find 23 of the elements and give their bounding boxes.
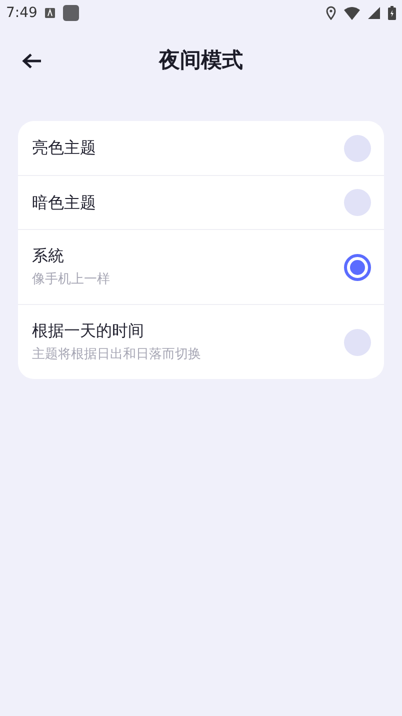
signal-icon (368, 7, 380, 19)
app-icon (63, 5, 80, 21)
theme-option[interactable]: 根据一天的时间 主题将根据日出和日落而切换 (18, 304, 384, 379)
battery-icon (388, 6, 396, 20)
notification-icon (45, 8, 56, 18)
page-title: 夜间模式 (159, 47, 243, 74)
option-label: 系統 (32, 245, 65, 268)
status-time: 7:49 (6, 4, 38, 22)
theme-option[interactable]: 亮色主题 (18, 121, 384, 175)
location-icon (326, 6, 336, 20)
radio-button[interactable] (344, 134, 371, 162)
radio-button[interactable] (344, 189, 371, 216)
option-label: 根据一天的时间 (32, 320, 145, 342)
wifi-icon (344, 6, 360, 20)
option-description: 主题将根据日出和日落而切换 (32, 346, 202, 364)
radio-button[interactable] (344, 328, 371, 356)
option-label: 暗色主题 (32, 192, 97, 214)
option-description: 像手机上一样 (32, 271, 111, 290)
option-label: 亮色主题 (32, 137, 97, 159)
theme-option[interactable]: 系統 像手机上一样 (18, 229, 384, 304)
theme-option[interactable]: 暗色主题 (18, 175, 384, 229)
back-arrow-icon (22, 53, 42, 69)
radio-button[interactable] (344, 254, 371, 280)
